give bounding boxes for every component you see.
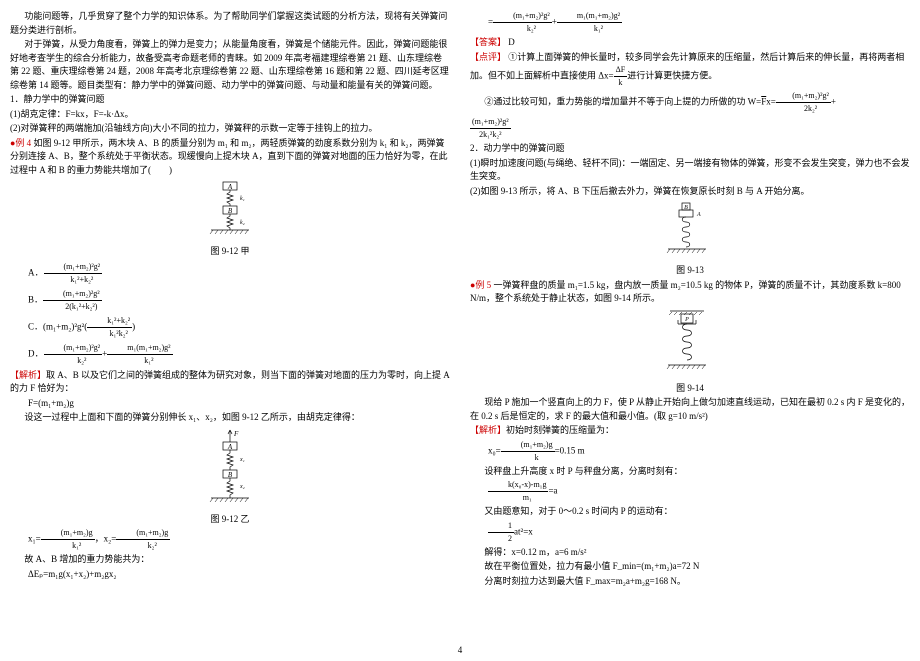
answer-label: 【答案】 — [470, 37, 506, 47]
para: 解得：x=0.12 m，a=6 m/s² — [470, 546, 910, 560]
option-d: D．(m₁+m₂)²g²k₂²+m₁(m₁+m₂)g²k₁² — [10, 342, 450, 367]
svg-text:P: P — [684, 317, 689, 323]
figure-9-14: P — [470, 309, 910, 379]
caption-9-14: 图 9-14 — [470, 382, 910, 396]
answer: 【答案】 D — [470, 36, 910, 50]
para: 分离时刻拉力达到最大值 F_max=m₂a+m₂g=168 N。 — [470, 575, 910, 589]
svg-text:x₁: x₁ — [239, 457, 245, 463]
formula-half: 12at²=x — [470, 520, 910, 545]
formula-ep: ΔEₚ=m₁g(x₁+x₂)+m₂gx₂ — [10, 568, 450, 582]
para: 设这一过程中上面和下面的弹簧分别伸长 x₁、x₂，如图 9-12 乙所示，由胡克… — [10, 411, 450, 425]
formula-x: x₁=(m₁+m₂)gk₁²，x₂=(m₁+m₂)gk₂² — [10, 527, 450, 552]
svg-text:x₂: x₂ — [239, 484, 245, 490]
formula-cont: (m₁+m₂)²g²2k₁²k₂² — [470, 116, 910, 141]
figure-9-12b: FAx₁ Bx₂ — [10, 428, 450, 510]
option-b: B．(m₁+m₂)²g²2(k₁²+k₂²) — [10, 288, 450, 313]
svg-text:A: A — [227, 443, 233, 451]
figure-9-13: BA — [470, 201, 910, 261]
formula-result: =(m₁+m₂)²g²k₂²+m₁(m₁+m₂)g²k₁² — [470, 10, 910, 35]
analysis-2: 【解析】初始时刻弹簧的压缩量为： — [470, 424, 910, 438]
para: 故 A、B 增加的重力势能共为： — [10, 553, 450, 567]
page-number: 4 — [0, 644, 920, 658]
svg-text:A: A — [227, 183, 233, 191]
svg-text:k₁: k₁ — [240, 196, 245, 202]
formula-x0: x₀=(m₁+m₂)gk=0.15 m — [470, 439, 910, 464]
caption-9-12b: 图 9-12 乙 — [10, 513, 450, 527]
ex5-label: ●例 5 — [470, 280, 491, 290]
svg-text:B: B — [228, 471, 233, 479]
para: 对于弹簧，从受力角度看，弹簧上的弹力是变力；从能量角度看，弹簧是个储能元件。因此… — [10, 38, 450, 92]
item: (1)瞬时加速度问题(与绳绝、轻杆不同)：一端固定、另一端接有物体的弹簧，形变不… — [470, 157, 910, 184]
ex4-text: 如图 9-12 甲所示，两木块 A、B 的质量分别为 m₁ 和 m₂，两轻质弹簧… — [10, 138, 448, 175]
note: 【点评】 ①计算上面弹簧的伸长量时，较多同学会先计算原来的压缩量，然后计算后来的… — [470, 51, 910, 90]
example-5: ●例 5 一弹簧秤盘的质量 m₁=1.5 kg，盘内放一质量 m₂=10.5 k… — [470, 279, 910, 306]
svg-text:B: B — [228, 207, 233, 215]
analysis-text: 取 A、B 以及它们之间的弹簧组成的整体为研究对象，则当下面的弹簧对地面的压力为… — [10, 370, 449, 394]
option-a: A．(m₁+m₂)²g²k₁²+k₂² — [10, 261, 450, 286]
para: 功能问题等，几乎贯穿了整个力学的知识体系。为了帮助同学们掌握这类试题的分析方法，… — [10, 10, 450, 37]
item: (2)对弹簧秤的两端施加(沿轴线方向)大小不同的拉力，弹簧秤的示数一定等于挂钩上… — [10, 122, 450, 136]
analysis-label: 【解析】 — [470, 425, 506, 435]
formula-k: k(x₀-x)-m₁gm₁=a — [470, 479, 910, 504]
ex5-text: 一弹簧秤盘的质量 m₁=1.5 kg，盘内放一质量 m₂=10.5 kg 的物体… — [470, 280, 901, 304]
svg-text:A: A — [696, 212, 701, 218]
analysis-label: 【解析】 — [10, 370, 46, 380]
para: 设秤盘上升高度 x 时 P 与秤盘分离，分离时刻有： — [470, 465, 910, 479]
para: 又由题意知，对于 0～0.2 s 时间内 P 的运动有： — [470, 505, 910, 519]
caption-9-13: 图 9-13 — [470, 264, 910, 278]
para: 故在平衡位置处，拉力有最小值 F_min=(m₁+m₂)a=72 N — [470, 560, 910, 574]
item: (1)胡克定律：F=kx，F=-k·Δx。 — [10, 108, 450, 122]
heading-2: 2．动力学中的弹簧问题 — [470, 142, 910, 156]
analysis: 【解析】取 A、B 以及它们之间的弹簧组成的整体为研究对象，则当下面的弹簧对地面… — [10, 369, 450, 396]
heading-1: 1．静力学中的弹簧问题 — [10, 93, 450, 107]
figure-9-12a: Ak₁ Bk₂ — [10, 180, 450, 242]
caption-9-12a: 图 9-12 甲 — [10, 245, 450, 259]
para: 现给 P 施加一个竖直向上的力 F，使 P 从静止开始向上做匀加速直线运动，已知… — [470, 396, 910, 423]
note-label: 【点评】 — [470, 52, 506, 62]
svg-text:F: F — [233, 430, 239, 438]
svg-text:k₂: k₂ — [240, 220, 245, 226]
option-c: C．(m₁+m₂)²g²(k₁²+k₂²k₁²k₂²) — [10, 315, 450, 340]
ex4-label: ●例 4 — [10, 138, 31, 148]
formula-f: F=(m₁+m₂)g — [10, 397, 450, 411]
item: (2)如图 9-13 所示，将 A、B 下压后撤去外力，弹簧在恢复原长时刻 B … — [470, 185, 910, 199]
example-4: ●例 4 如图 9-12 甲所示，两木块 A、B 的质量分别为 m₁ 和 m₂，… — [10, 137, 450, 178]
note-2: ②通过比较可知，重力势能的增加量并不等于向上提的力所做的功 W=Fx=(m₁+m… — [470, 90, 910, 115]
right-column: =(m₁+m₂)²g²k₂²+m₁(m₁+m₂)g²k₁² 【答案】 D 【点评… — [470, 10, 910, 661]
left-column: 功能问题等，几乎贯穿了整个力学的知识体系。为了帮助同学们掌握这类试题的分析方法，… — [10, 10, 450, 661]
